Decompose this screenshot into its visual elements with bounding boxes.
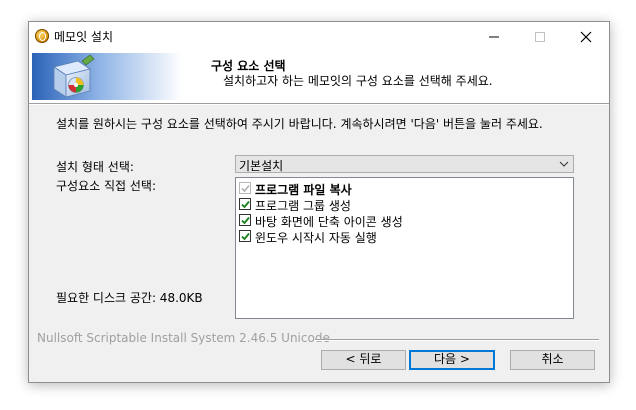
nsis-branding: Nullsoft Scriptable Install System 2.46.…: [37, 331, 330, 345]
components-list[interactable]: 프로그램 파일 복사 프로그램 그룹 생성 바탕 화면에 단축 아이콘 생성 윈…: [235, 177, 574, 319]
component-label: 프로그램 그룹 생성: [255, 199, 351, 213]
instructions-text: 설치를 원하시는 구성 요소를 선택하여 주시기 바랍니다. 계속하시려면 '다…: [56, 117, 543, 131]
chevron-down-icon: [559, 161, 569, 167]
cancel-button[interactable]: 취소: [510, 350, 595, 370]
check-icon: [241, 184, 250, 193]
disk-space-label: 필요한 디스크 공간: 48.0KB: [56, 291, 203, 305]
page-subtitle: 설치하고자 하는 메모잇의 구성 요소를 선택해 주세요.: [223, 74, 493, 88]
footer-divider-highlight: [315, 340, 599, 341]
installer-window: 메모잇 설치 구성 요소 선택 설치하고자 하는 메모잇의 구성 요소를 선택해…: [28, 21, 610, 383]
component-label: 프로그램 파일 복사: [255, 183, 352, 197]
minimize-button[interactable]: [471, 22, 517, 50]
check-icon: [241, 200, 250, 209]
close-icon: [580, 31, 592, 43]
next-button[interactable]: 다음 >: [409, 350, 495, 370]
header-panel: 구성 요소 선택 설치하고자 하는 메모잇의 구성 요소를 선택해 주세요.: [29, 50, 609, 103]
checkbox-checked[interactable]: [239, 230, 251, 242]
install-type-label: 설치 형태 선택:: [56, 160, 134, 174]
checkbox-disabled-checked: [239, 182, 251, 194]
check-icon: [241, 216, 250, 225]
app-icon: [35, 29, 49, 43]
maximize-button[interactable]: [517, 22, 563, 50]
checkbox-checked[interactable]: [239, 214, 251, 226]
install-type-value: 기본설치: [239, 159, 284, 173]
title-bar[interactable]: 메모잇 설치: [29, 22, 609, 50]
install-type-select[interactable]: 기본설치: [235, 155, 574, 173]
check-icon: [241, 232, 250, 241]
checkbox-checked[interactable]: [239, 198, 251, 210]
maximize-icon: [535, 32, 545, 42]
header-divider-highlight: [29, 104, 609, 105]
component-label: 윈도우 시작시 자동 실행: [255, 231, 377, 245]
component-label: 바탕 화면에 단축 아이콘 생성: [255, 215, 403, 229]
close-button[interactable]: [563, 22, 609, 50]
components-label: 구성요소 직접 선택:: [56, 179, 156, 193]
back-button[interactable]: < 뒤로: [321, 350, 406, 370]
minimize-icon: [489, 36, 499, 38]
window-title: 메모잇 설치: [54, 30, 114, 44]
installer-banner-image: [32, 53, 182, 100]
